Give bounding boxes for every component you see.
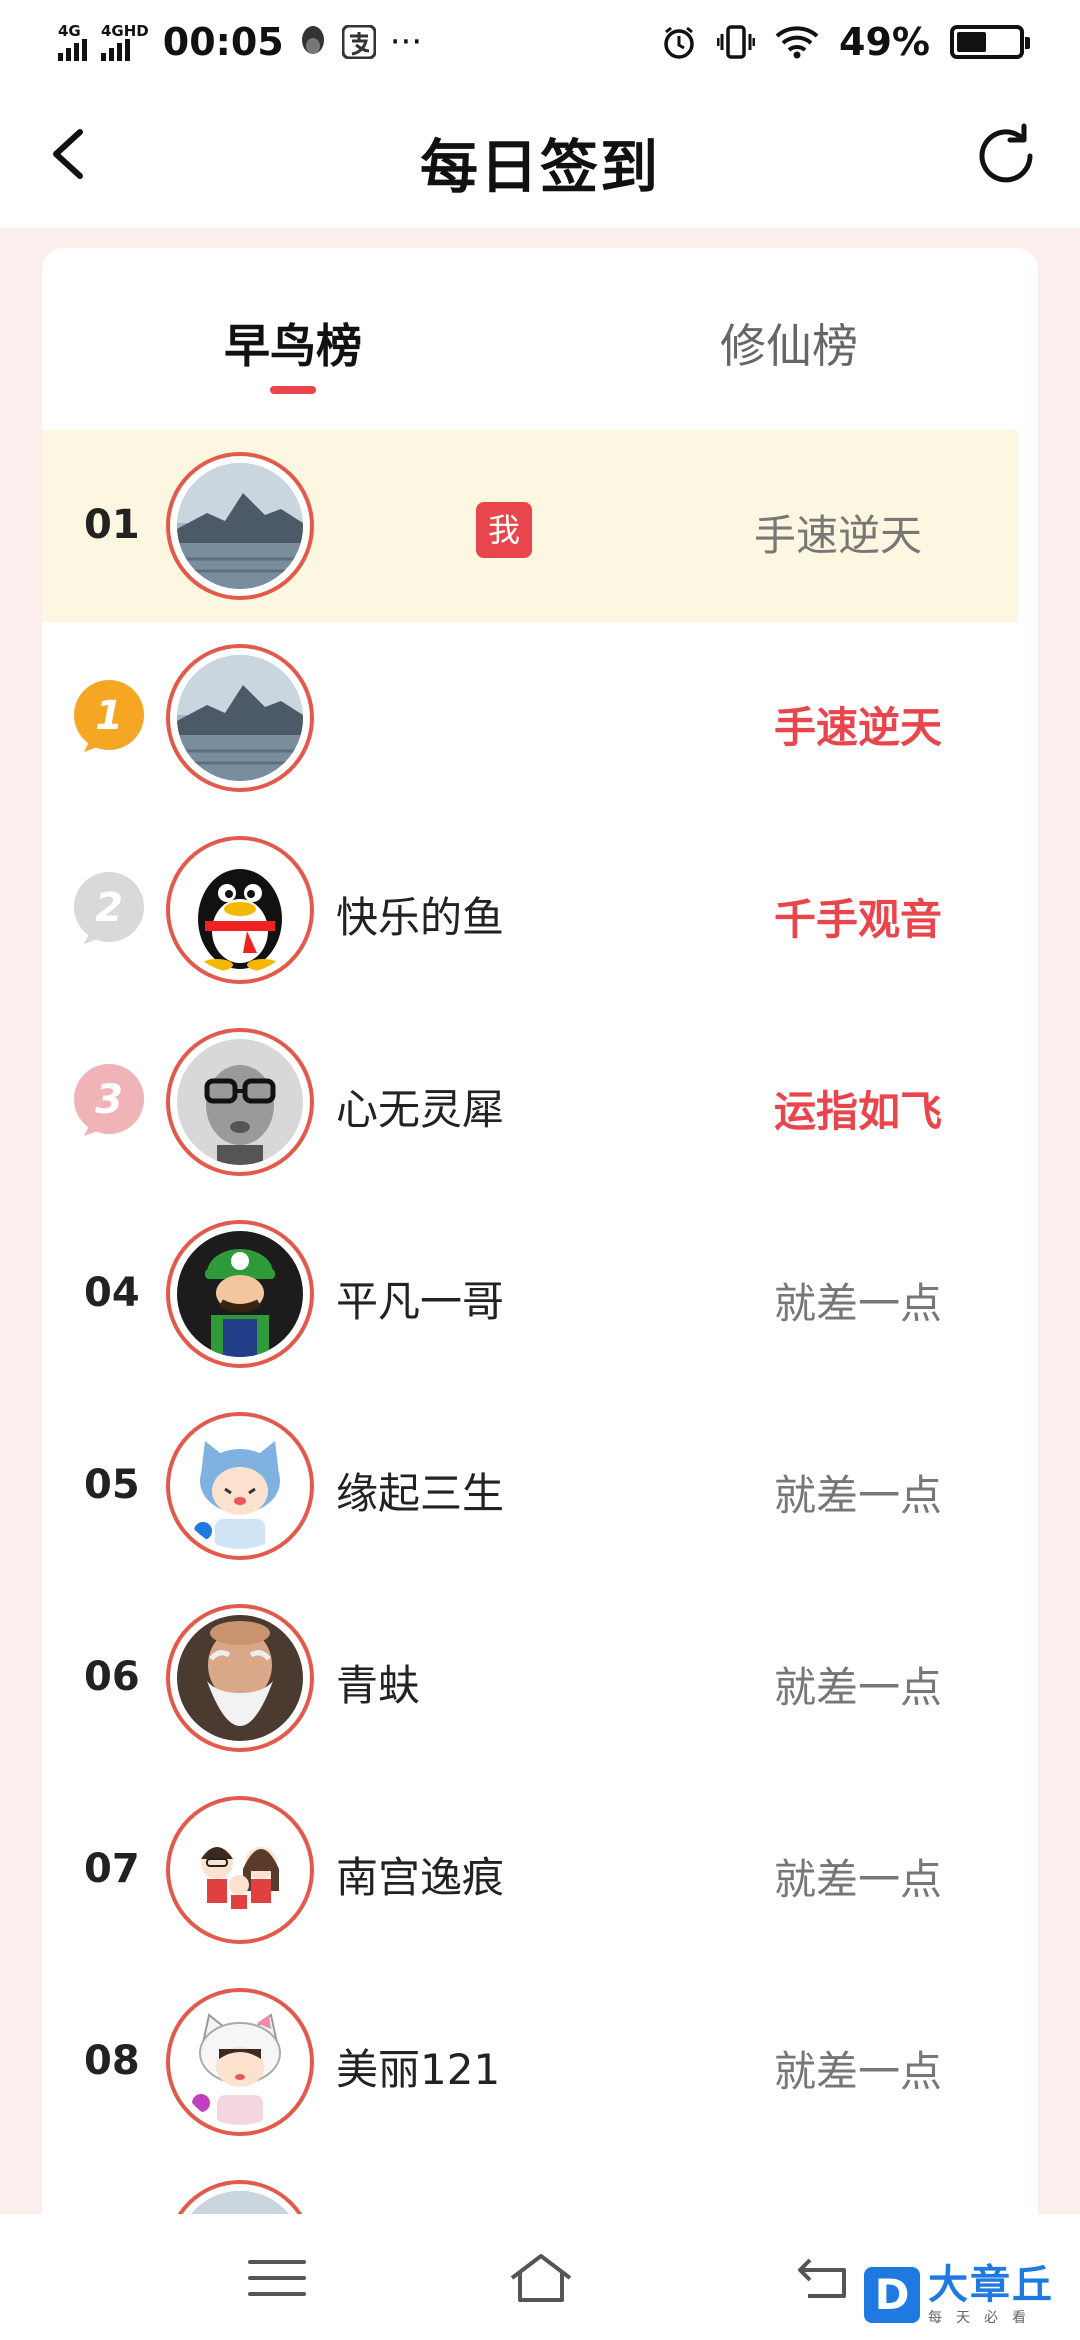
logo-letter: D — [864, 2267, 920, 2323]
signal-1: 4G — [58, 21, 87, 61]
logo-brand: 大章丘 — [928, 2262, 1054, 2308]
rank-title: 就差一点 — [773, 2047, 942, 2096]
rank-number: 01 — [84, 502, 140, 548]
nav-bar: 每日签到 — [0, 84, 1080, 228]
system-nav-bar: D 大章丘 每天必看 — [0, 2214, 1080, 2340]
rank-row[interactable]: 2 快乐的鱼 千手观音 — [42, 814, 1038, 1006]
user-name: 南宫逸痕 — [336, 1853, 505, 1902]
more-notifications-icon: ··· — [389, 22, 423, 62]
clock: 00:05 — [162, 20, 284, 64]
my-rank-row[interactable]: 01 我 手速逆天 — [42, 430, 1018, 622]
avatar — [166, 1412, 314, 1560]
rank-title: 就差一点 — [773, 1471, 942, 1520]
avatar — [166, 644, 314, 792]
page-title: 每日签到 — [419, 133, 660, 201]
tab-bar: 早鸟榜 修仙榜 — [42, 248, 1038, 430]
alarm-icon — [664, 26, 694, 59]
qq-penguin-icon — [301, 26, 324, 54]
avatar — [166, 1988, 314, 2136]
rank-title: 就差一点 — [773, 1279, 942, 1328]
rank-number: 04 — [84, 1270, 140, 1316]
rank-number: 07 — [84, 1846, 140, 1892]
avatar — [166, 452, 314, 600]
rank-title: 就差一点 — [773, 1663, 942, 1712]
avatar — [166, 1796, 314, 1944]
avatar — [166, 1028, 314, 1176]
back-nav-icon[interactable] — [792, 2248, 862, 2308]
refresh-icon[interactable] — [968, 118, 1044, 194]
rank-title: 运指如飞 — [773, 1087, 942, 1136]
rank-row[interactable]: 04 平凡一哥 就差一点 — [42, 1198, 1038, 1390]
logo-slogan: 每天必看 — [928, 2310, 1040, 2326]
network-type-2: 4GHD — [101, 21, 149, 40]
user-name: 青蚨 — [336, 1661, 421, 1710]
avatar — [166, 836, 314, 984]
vibrate-icon — [717, 25, 756, 59]
battery-percent: 49% — [839, 20, 930, 64]
rank-row[interactable]: 07 南宫逸痕 就差一点 — [42, 1774, 1038, 1966]
battery-icon — [950, 25, 1030, 59]
tab-immortal[interactable]: 修仙榜 — [720, 310, 858, 376]
me-badge: 我 — [476, 502, 532, 558]
network-type-1: 4G — [58, 21, 81, 40]
medal-number: 2 — [95, 885, 123, 931]
leaderboard-card: 早鸟榜 修仙榜 01 我 手速逆天 1 手速逆天 2 快乐的鱼 千手观音 3 心… — [42, 248, 1038, 2248]
medal-number: 1 — [95, 693, 123, 739]
home-icon[interactable] — [506, 2248, 576, 2308]
menu-icon[interactable] — [242, 2248, 312, 2308]
tab-indicator — [270, 386, 316, 394]
signal-bars-icon — [101, 38, 130, 61]
alipay-icon — [341, 25, 376, 59]
rank-title: 就差一点 — [773, 1855, 942, 1904]
tab-early-bird[interactable]: 早鸟榜 — [224, 310, 362, 376]
watermark-logo: D 大章丘 每天必看 — [864, 2254, 1070, 2336]
rank-row[interactable]: 08 美丽121 就差一点 — [42, 1966, 1038, 2158]
wifi-icon — [775, 26, 819, 59]
rank-row[interactable]: 3 心无灵犀 运指如飞 — [42, 1006, 1038, 1198]
rank-row[interactable]: 1 手速逆天 — [42, 622, 1038, 814]
medal-number: 3 — [95, 1077, 123, 1123]
user-name: 缘起三生 — [336, 1469, 505, 1518]
bronze-medal-icon: 3 — [74, 1064, 144, 1136]
rank-title: 手速逆天 — [753, 511, 922, 560]
user-name: 平凡一哥 — [336, 1277, 505, 1326]
rank-title: 千手观音 — [773, 895, 942, 944]
user-name: 心无灵犀 — [336, 1085, 505, 1134]
rank-row[interactable]: 05 缘起三生 就差一点 — [42, 1390, 1038, 1582]
status-bar: 4G 4GHD 00:05 ··· 49% — [0, 0, 1080, 84]
battery-fill — [957, 32, 986, 52]
rank-title: 手速逆天 — [773, 703, 942, 752]
avatar — [166, 1220, 314, 1368]
avatar — [166, 1604, 314, 1752]
gold-medal-icon: 1 — [74, 680, 144, 752]
user-name: 快乐的鱼 — [336, 893, 505, 942]
signal-2: 4GHD — [101, 21, 149, 61]
user-name: 美丽121 — [336, 2045, 501, 2094]
rank-row[interactable]: 06 青蚨 就差一点 — [42, 1582, 1038, 1774]
rank-number: 05 — [84, 1462, 140, 1508]
silver-medal-icon: 2 — [74, 872, 144, 944]
signal-bars-icon — [58, 38, 87, 61]
rank-number: 08 — [84, 2038, 140, 2084]
rank-number: 06 — [84, 1654, 140, 1700]
